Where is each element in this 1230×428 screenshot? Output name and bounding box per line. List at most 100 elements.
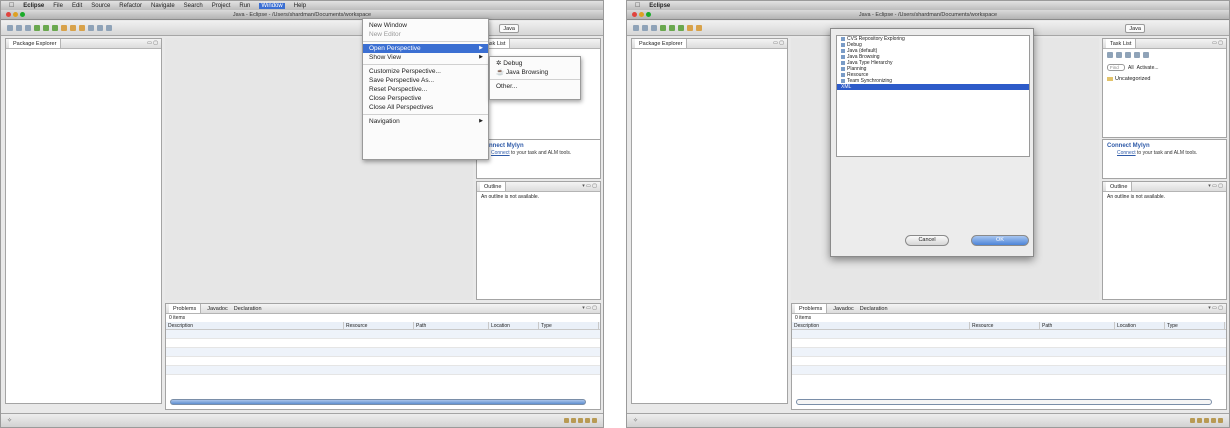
menu-refactor[interactable]: Refactor (119, 3, 142, 9)
status-icon[interactable] (585, 418, 590, 423)
col-resource[interactable]: Resource (970, 322, 1040, 329)
menu-project[interactable]: Project (212, 3, 231, 9)
status-icon[interactable] (1197, 418, 1202, 423)
task-filter-all[interactable]: All (1128, 65, 1134, 71)
filter-icon[interactable] (1134, 52, 1140, 58)
declaration-tab[interactable]: Declaration (234, 304, 262, 313)
status-icon[interactable] (578, 418, 583, 423)
close-window-button[interactable] (6, 12, 11, 17)
menu-search[interactable]: Search (184, 3, 203, 9)
submenu-item-other[interactable]: Other... (490, 82, 580, 91)
menu-navigate[interactable]: Navigate (151, 3, 175, 9)
zoom-window-button[interactable] (646, 12, 651, 17)
save-icon[interactable] (16, 25, 22, 31)
task-find-input[interactable]: Find (1107, 64, 1125, 71)
menu-source[interactable]: Source (91, 3, 110, 9)
debug-icon[interactable] (660, 25, 666, 31)
col-path[interactable]: Path (1040, 322, 1115, 329)
menu-edit[interactable]: Edit (72, 3, 82, 9)
external-tools-icon[interactable] (678, 25, 684, 31)
debug-icon[interactable] (34, 25, 40, 31)
new-java-project-icon[interactable] (61, 25, 67, 31)
task-activate-link[interactable]: Activate... (1137, 65, 1159, 71)
javadoc-tab[interactable]: Javadoc (833, 304, 854, 313)
status-icon[interactable] (564, 418, 569, 423)
declaration-tab[interactable]: Declaration (860, 304, 888, 313)
status-icon[interactable] (1204, 418, 1209, 423)
col-description[interactable]: Description (166, 322, 344, 329)
status-icon[interactable] (571, 418, 576, 423)
col-path[interactable]: Path (414, 322, 489, 329)
run-icon[interactable] (669, 25, 675, 31)
col-type[interactable]: Type (539, 322, 599, 329)
col-type[interactable]: Type (1165, 322, 1225, 329)
minimize-window-button[interactable] (639, 12, 644, 17)
search-icon[interactable] (97, 25, 103, 31)
menu-run[interactable]: Run (239, 3, 250, 9)
menu-window[interactable]: Window (259, 2, 285, 9)
uncategorized-item[interactable]: Uncategorized (1103, 74, 1226, 84)
menu-item-close-all-perspectives[interactable]: Close All Perspectives (363, 103, 488, 112)
task-list-tab[interactable]: Task List (1106, 39, 1137, 48)
new-task-icon[interactable] (1107, 52, 1113, 58)
run-icon[interactable] (43, 25, 49, 31)
menu-app-eclipse[interactable]: Eclipse (23, 3, 44, 9)
cancel-button[interactable]: Cancel (905, 235, 949, 246)
new-icon[interactable] (633, 25, 639, 31)
menu-item-customize-perspective[interactable]: Customize Perspective... (363, 67, 488, 76)
mylyn-connect-link[interactable]: Connect (491, 150, 510, 156)
new-java-project-icon[interactable] (687, 25, 693, 31)
outline-controls-icon[interactable]: ▾ ▭ ▢ (1208, 183, 1223, 189)
minimize-maximize-icon[interactable]: ▭ ▢ (147, 40, 158, 46)
external-tools-icon[interactable] (52, 25, 58, 31)
new-icon[interactable] (7, 25, 13, 31)
zoom-window-button[interactable] (20, 12, 25, 17)
perspective-java-button[interactable]: Java (499, 24, 519, 33)
package-explorer-tab[interactable]: Package Explorer (9, 39, 62, 48)
minimize-maximize-icon[interactable]: ▭ ▢ (773, 40, 784, 46)
outline-tab[interactable]: Outline (480, 182, 507, 191)
menu-help[interactable]: Help (294, 3, 306, 9)
synchronize-icon[interactable] (1125, 52, 1131, 58)
menu-item-open-perspective[interactable]: Open Perspective ▶ (363, 44, 488, 53)
mylyn-connect-link[interactable]: Connect (1117, 150, 1136, 156)
focus-icon[interactable] (1143, 52, 1149, 58)
menu-item-close-perspective[interactable]: Close Perspective (363, 94, 488, 103)
menu-item-new-window[interactable]: New Window (363, 21, 488, 30)
new-class-icon[interactable] (79, 25, 85, 31)
list-item-selected[interactable]: XML (837, 84, 1029, 90)
problems-controls-icon[interactable]: ▾ ▭ ▢ (1208, 305, 1223, 311)
col-location[interactable]: Location (1115, 322, 1165, 329)
col-resource[interactable]: Resource (344, 322, 414, 329)
menu-item-show-view[interactable]: Show View ▶ (363, 53, 488, 62)
col-description[interactable]: Description (792, 322, 970, 329)
apple-menu-icon[interactable]:  (9, 2, 14, 9)
javadoc-tab[interactable]: Javadoc (207, 304, 228, 313)
submenu-item-debug[interactable]: ✲ Debug (490, 59, 580, 68)
menu-item-navigation[interactable]: Navigation ▶ (363, 117, 488, 126)
apple-menu-icon[interactable]:  (635, 2, 640, 9)
horizontal-scrollbar[interactable] (796, 399, 1212, 405)
new-package-icon[interactable] (696, 25, 702, 31)
minimize-window-button[interactable] (13, 12, 18, 17)
status-icon[interactable] (592, 418, 597, 423)
package-explorer-tab[interactable]: Package Explorer (635, 39, 688, 48)
menu-file[interactable]: File (53, 3, 63, 9)
status-icon[interactable] (1190, 418, 1195, 423)
close-window-button[interactable] (632, 12, 637, 17)
ok-button[interactable]: OK (971, 235, 1029, 246)
horizontal-scrollbar[interactable] (170, 399, 586, 405)
new-package-icon[interactable] (70, 25, 76, 31)
menu-item-reset-perspective[interactable]: Reset Perspective... (363, 85, 488, 94)
menu-app-eclipse[interactable]: Eclipse (649, 3, 670, 9)
categorize-icon[interactable] (1116, 52, 1122, 58)
col-location[interactable]: Location (489, 322, 539, 329)
problems-tab[interactable]: Problems (795, 304, 828, 313)
perspective-java-button[interactable]: Java (1125, 24, 1145, 33)
print-icon[interactable] (25, 25, 31, 31)
outline-tab[interactable]: Outline (1106, 182, 1133, 191)
print-icon[interactable] (651, 25, 657, 31)
problems-tab[interactable]: Problems (169, 304, 202, 313)
outline-controls-icon[interactable]: ▾ ▭ ▢ (582, 183, 597, 189)
status-icon[interactable] (1218, 418, 1223, 423)
